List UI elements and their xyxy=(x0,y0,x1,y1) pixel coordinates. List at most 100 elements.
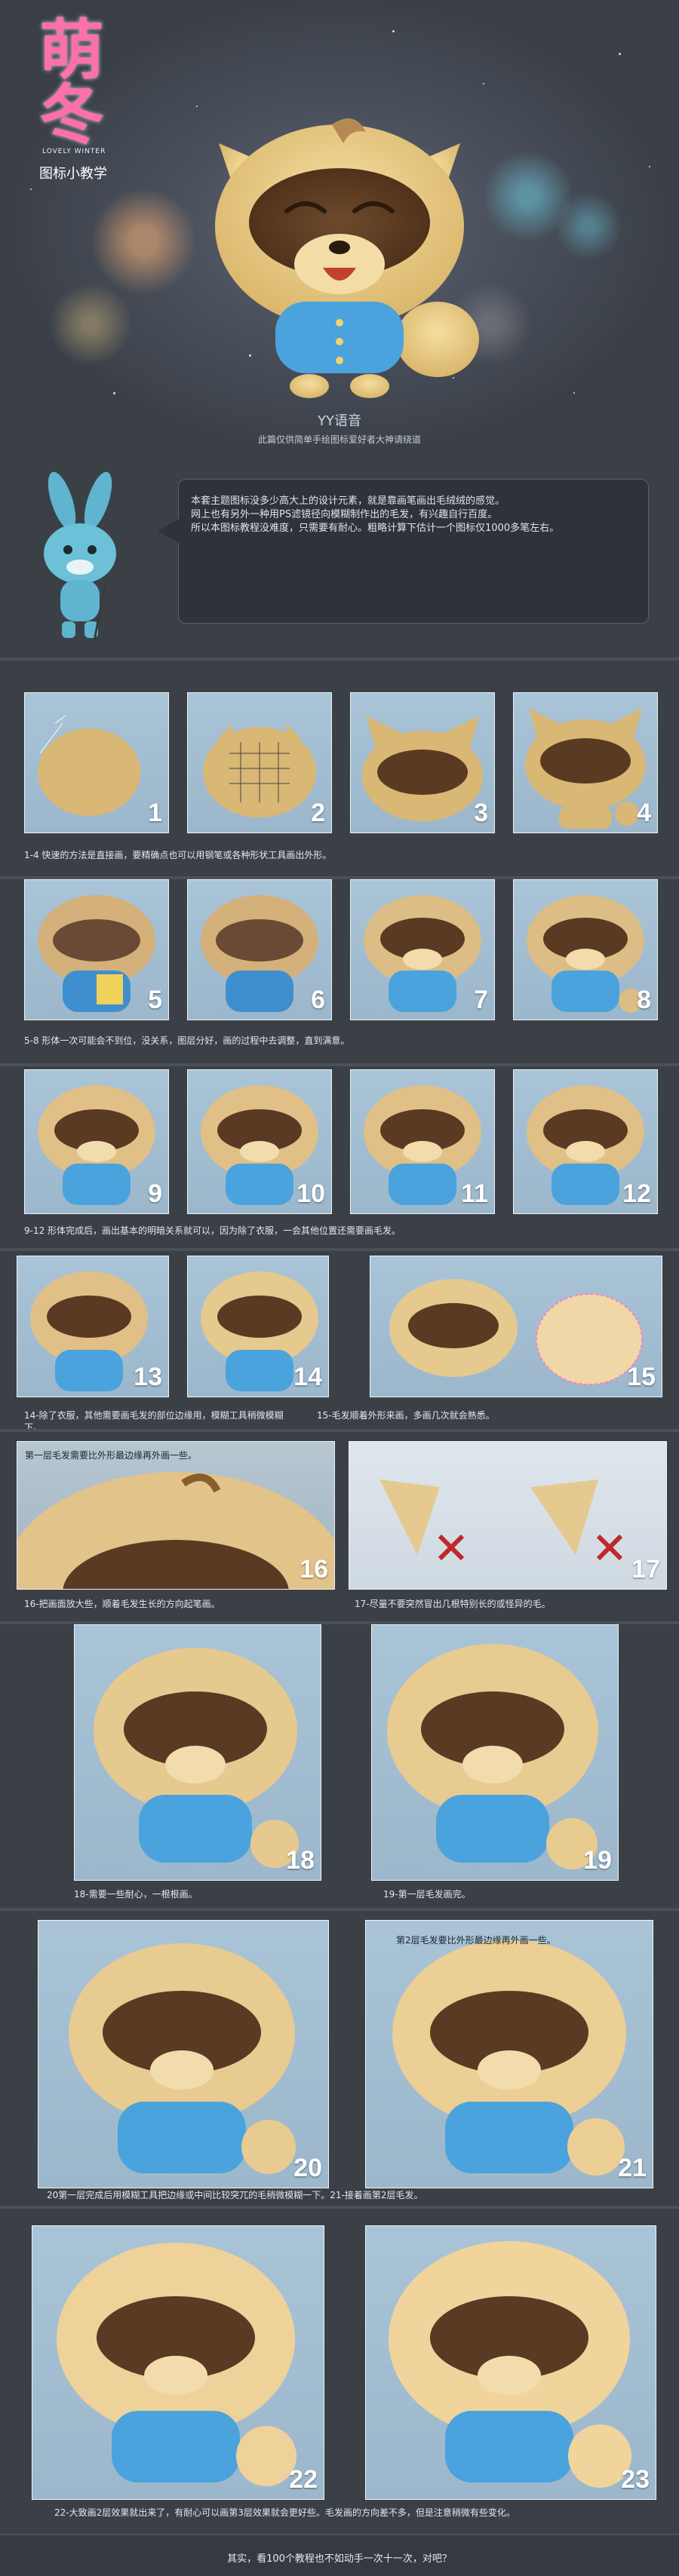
step-number: 12 xyxy=(622,1179,651,1208)
step-19-sketch xyxy=(387,1644,598,1869)
step-thumbnail: 12 xyxy=(513,1069,658,1214)
step-number: 23 xyxy=(621,2465,650,2494)
step-thumbnail: 8 xyxy=(513,879,658,1020)
step-16-note: 第一层毛发需要比外形最边缘再外画一些。 xyxy=(25,1450,198,1461)
step-number: 11 xyxy=(461,1179,488,1208)
step-number: 15 xyxy=(627,1363,656,1391)
step-thumbnail: 9 xyxy=(24,1069,169,1214)
step-6-sketch xyxy=(201,895,318,1012)
footer: 其实，看100个教程也不如动手一次十一次，对吧？ xyxy=(0,2534,679,2576)
step-number: 10 xyxy=(296,1179,325,1208)
step-21-sketch xyxy=(392,1940,626,2176)
steps-18-19-section: 18 19 18-需要一些耐心，一根根画。 19-第一层毛发画完。 xyxy=(0,1621,679,1911)
step-caption: 15-毛发顺着外形来画，多画几次就会熟悉。 xyxy=(317,1410,495,1421)
step-22-sketch xyxy=(57,2243,296,2486)
step-caption: 16-把画面放大些，顺着毛发生长的方向起笔画。 xyxy=(24,1599,220,1609)
step-5-sketch xyxy=(38,895,155,1012)
step-thumbnail: 17 xyxy=(349,1441,667,1590)
step-thumbnail: 3 xyxy=(350,692,495,833)
footer-text: 其实，看100个教程也不如动手一次十一次，对吧？ xyxy=(227,2553,452,2565)
step-17-sketch xyxy=(379,1480,623,1561)
tutorial-page: { "header": { "logo_mark": "萌冬", "logo_s… xyxy=(0,0,679,2576)
steps-22-23-section: 22 23 22-大致画2层效果就出来了，有耐心可以画第3层效果就会更好些。毛发… xyxy=(0,2206,679,2537)
step-thumbnail: 15 xyxy=(370,1256,662,1397)
step-thumbnail: 1 xyxy=(24,692,169,833)
step-1-sketch xyxy=(38,715,140,816)
intro-line: 网上也有另外一种用PS滤镜径向模糊制作出的毛发，有兴趣自行百度。 xyxy=(191,509,498,520)
mascot-name: YY语音 xyxy=(318,413,361,429)
steps-13-15-section: 13 14 15 14-除了衣服，其他需要画毛发的部位边缘用，模糊工具稍微模糊下… xyxy=(0,1248,679,1433)
step-number: 20 xyxy=(293,2154,322,2182)
step-number: 8 xyxy=(637,986,651,1014)
step-thumbnail: 第一层毛发需要比外形最边缘再外画一些。 16 xyxy=(17,1441,335,1590)
step-thumbnail: 6 xyxy=(187,879,332,1020)
step-number: 2 xyxy=(311,799,325,827)
step-caption: 19-第一层毛发画完。 xyxy=(383,1889,471,1900)
step-thumbnail: 11 xyxy=(350,1069,495,1214)
step-number: 4 xyxy=(637,799,651,827)
step-number: 16 xyxy=(300,1555,328,1584)
step-number: 9 xyxy=(148,1179,162,1208)
step-4-sketch xyxy=(525,708,646,829)
step-caption: 17-尽量不要突然冒出几根特别长的或怪异的毛。 xyxy=(355,1599,551,1609)
step-thumbnail: 7 xyxy=(350,879,495,1020)
intro-line: 本套主题图标没多少高大上的设计元素，就是靠画笔画出毛绒绒的感觉。 xyxy=(191,495,505,507)
logo: 萌冬 LOVELY WINTER 图标小教学 xyxy=(39,18,152,182)
step-number: 3 xyxy=(474,799,488,827)
hero-caption: 此篇仅供简单手绘图标爱好者大神请绕道 xyxy=(257,434,421,445)
step-thumbnail: 13 xyxy=(17,1256,169,1397)
intro-section: 本套主题图标没多少高大上的设计元素，就是靠画笔画出毛绒绒的感觉。 网上也有另外一… xyxy=(0,460,679,658)
page-subtitle: 图标小教学 xyxy=(39,166,107,182)
step-thumbnail: 20 xyxy=(38,1920,329,2188)
intro-speech-bubble: 本套主题图标没多少高大上的设计元素，就是靠画笔画出毛绒绒的感觉。 网上也有另外一… xyxy=(158,479,649,624)
hero-banner: 萌冬 LOVELY WINTER 图标小教学 YY语音 此篇仅供简单手绘图标爱好… xyxy=(0,0,679,460)
step-caption: 18-需要一些耐心，一根根画。 xyxy=(74,1889,198,1900)
step-23-sketch xyxy=(389,2241,631,2488)
step-21-note: 第2层毛发要比外形最边缘再外画一些。 xyxy=(396,1935,556,1946)
step-thumbnail: 5 xyxy=(24,879,169,1020)
rabbit-illustration xyxy=(44,471,116,641)
step-15-sketch xyxy=(389,1279,643,1385)
logo-mark: 萌冬 xyxy=(39,12,104,153)
step-number: 17 xyxy=(631,1555,660,1584)
step-number: 14 xyxy=(293,1363,322,1391)
step-9-sketch xyxy=(38,1085,155,1205)
step-number: 19 xyxy=(583,1846,612,1875)
steps-5-8-section: 5 6 7 8 5-8 形体一次可能会不到位，没关系，图层分好，画的过程中去调整… xyxy=(0,876,679,1075)
step-thumbnail: 19 xyxy=(371,1624,619,1881)
steps-1-4-section: 1 2 3 4 1-4 快速的方法是直接画，要精确点也可以用钢笔或各种形状工具画… xyxy=(0,658,679,879)
step-number: 5 xyxy=(148,986,162,1014)
hero-mascot-illustration xyxy=(215,118,479,398)
steps-20-21-section: 20 第2层毛发要比外形最边缘再外画一些。 21 xyxy=(0,1908,679,2201)
step-2-sketch xyxy=(203,723,316,817)
step-number: 22 xyxy=(289,2465,318,2494)
step-caption: 9-12 形体完成后，画出基本的明暗关系就可以，因为除了衣服，一会其他位置还需要… xyxy=(24,1225,401,1236)
step-thumbnail: 第2层毛发要比外形最边缘再外画一些。 21 xyxy=(365,1920,653,2188)
step-number: 13 xyxy=(134,1363,162,1391)
step-7-sketch xyxy=(364,895,481,1012)
intro-line: 所以本图标教程没难度，只需要有耐心。粗略计算下估计一个图标仅1000多笔左右。 xyxy=(191,523,560,534)
step-number: 1 xyxy=(148,799,162,827)
step-caption: 5-8 形体一次可能会不到位，没关系，图层分好，画的过程中去调整，直到满意。 xyxy=(24,1035,350,1046)
step-8-sketch xyxy=(527,895,644,1013)
steps-9-12-section: 9 10 11 12 9-12 形体完成后，画出基本的明暗关系就可以，因为除了衣… xyxy=(0,1063,679,1256)
step-18-sketch xyxy=(94,1648,299,1868)
step-thumbnail: 23 xyxy=(365,2225,656,2500)
step-thumbnail: 4 xyxy=(513,692,658,833)
step-number: 21 xyxy=(618,2154,647,2182)
step-number: 7 xyxy=(474,986,488,1014)
step-3-sketch xyxy=(362,716,483,821)
step-number: 18 xyxy=(286,1846,315,1875)
step-thumbnail: 2 xyxy=(187,692,332,833)
step-caption: 20第一层完成后用模糊工具把边缘或中间比较突兀的毛稍微模糊一下。21-接着画第2… xyxy=(47,2190,423,2200)
step-thumbnail: 14 xyxy=(187,1256,329,1397)
step-16-sketch xyxy=(17,1472,334,1589)
step-thumbnail: 10 xyxy=(187,1069,332,1214)
step-caption: 22-大致画2层效果就出来了，有耐心可以画第3层效果就会更好些。毛发画的方向差不… xyxy=(54,2507,515,2518)
logo-tagline: LOVELY WINTER xyxy=(42,148,106,155)
step-number: 6 xyxy=(311,986,325,1014)
step-20-sketch xyxy=(69,1943,296,2174)
step-caption: 1-4 快速的方法是直接画，要精确点也可以用钢笔或各种形状工具画出外形。 xyxy=(24,850,332,860)
steps-16-17-section: 第一层毛发需要比外形最边缘再外画一些。 16 17 16-把画面放大些，顺着毛发… xyxy=(0,1429,679,1624)
step-thumbnail: 18 xyxy=(74,1624,321,1881)
